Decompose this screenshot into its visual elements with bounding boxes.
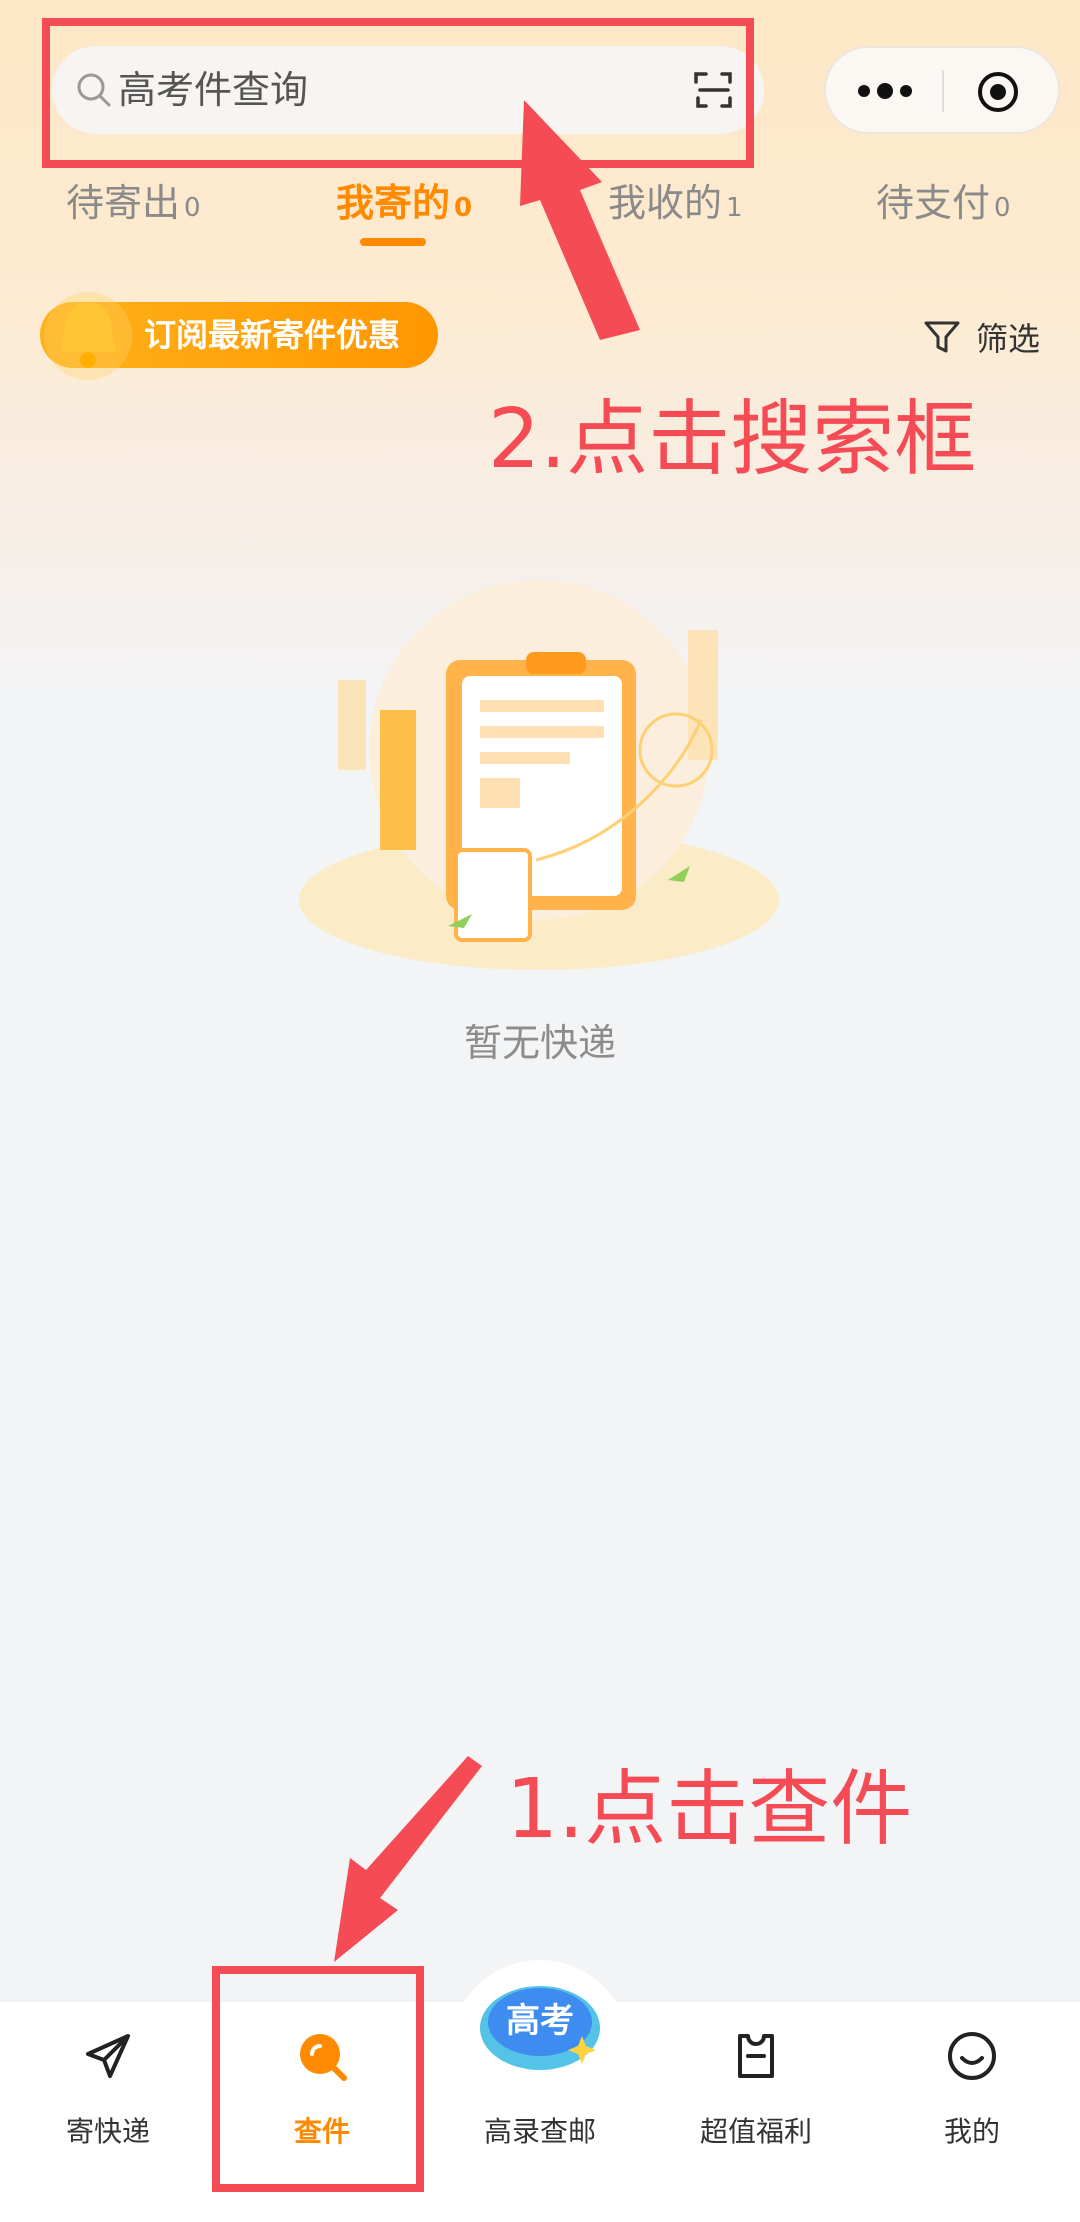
annotation-step1-text: 1.点击查件: [506, 1762, 913, 1857]
annotation-step2-text: 2.点击搜索框: [488, 392, 977, 487]
annotation-arrow-track: [334, 1756, 482, 1962]
annotation-arrows: [334, 100, 640, 1962]
annotation-arrow-search: [520, 100, 640, 340]
